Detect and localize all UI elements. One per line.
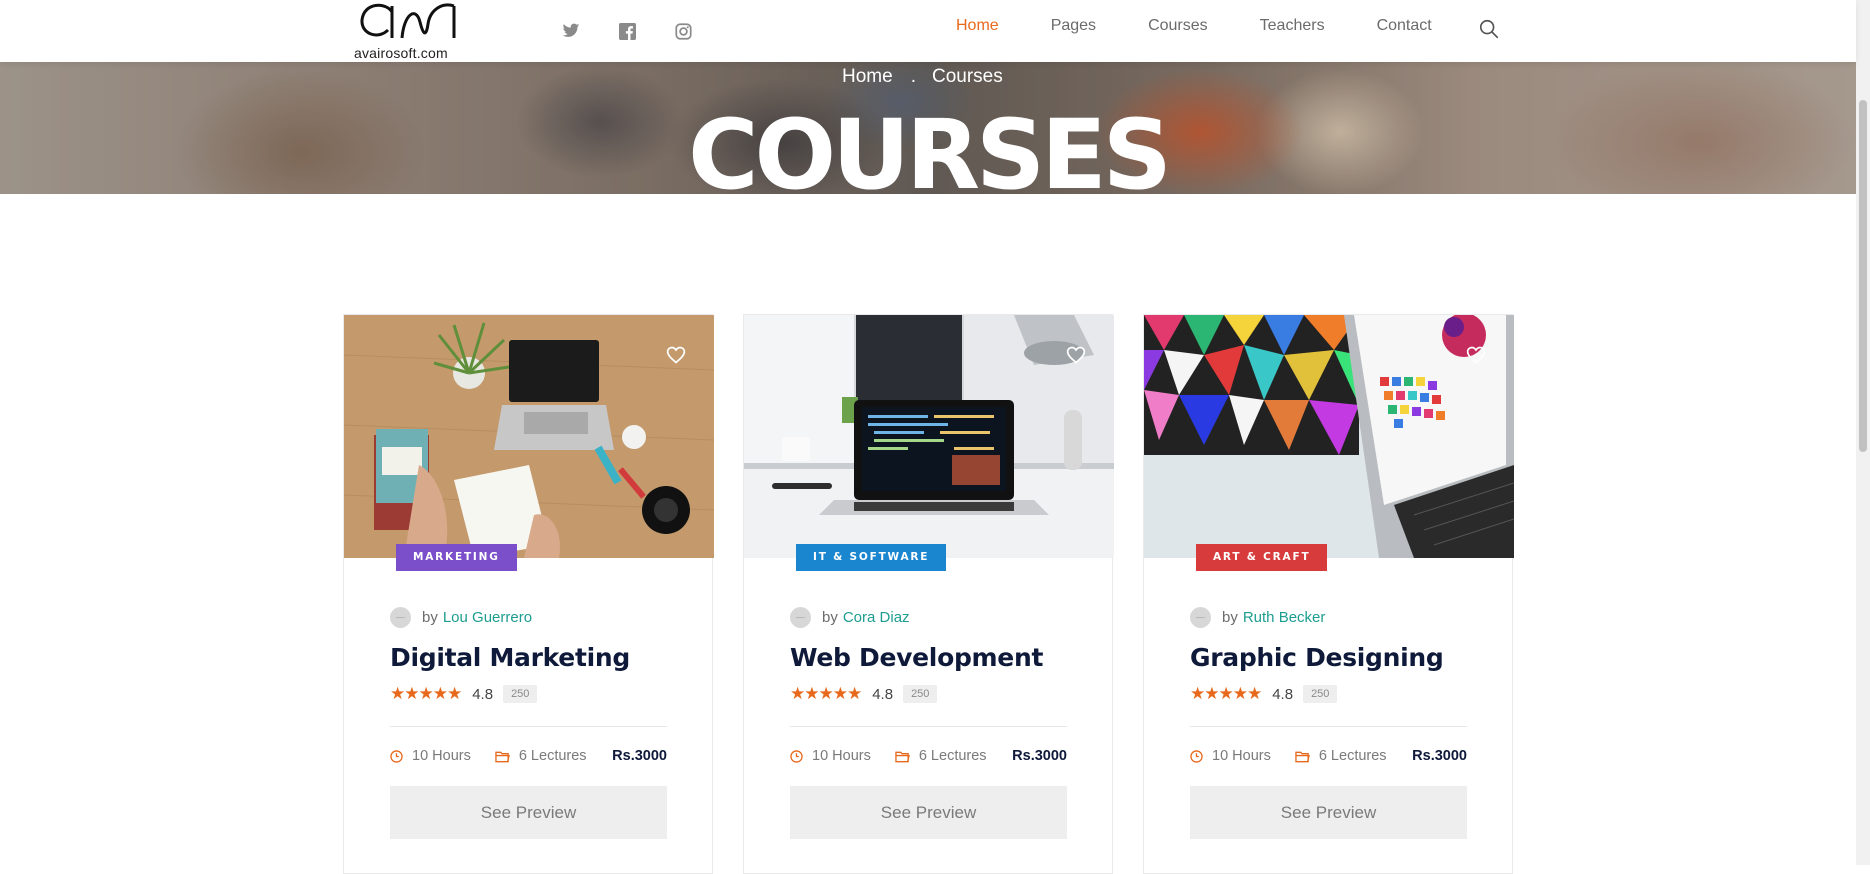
scrollbar-thumb[interactable]	[1859, 100, 1867, 452]
nav-item-pages[interactable]: Pages	[1051, 17, 1096, 35]
instagram-icon[interactable]	[670, 18, 696, 44]
social-links	[558, 18, 696, 44]
course-rating: ★★★★★ 4.8 250	[390, 683, 667, 705]
lectures-text: 6 Lectures	[918, 748, 987, 764]
duration: 10 Hours	[790, 748, 871, 764]
course-thumbnail[interactable]	[744, 315, 1114, 558]
divider	[390, 726, 667, 727]
star-icons: ★★★★★	[790, 684, 862, 703]
course-info: by Cora Diaz Web Development ★★★★★ 4.8 2…	[790, 606, 1067, 839]
clock-icon	[390, 749, 403, 763]
folder-icon	[1295, 750, 1310, 763]
marketing-desk-image	[344, 315, 714, 558]
review-count: 250	[503, 685, 538, 703]
breadcrumb: Home . Courses	[842, 62, 1003, 92]
page-title: COURSES	[688, 99, 1172, 211]
rating-value: 4.8	[472, 685, 494, 703]
course-info: by Lou Guerrero Digital Marketing ★★★★★ …	[390, 606, 667, 839]
hours-text: 10 Hours	[1212, 748, 1271, 764]
avatar	[390, 606, 411, 628]
course-thumbnail[interactable]	[344, 315, 714, 558]
logo-mark	[360, 3, 456, 39]
twitter-icon[interactable]	[558, 18, 584, 44]
author-prefix: by	[822, 608, 838, 626]
hours-text: 10 Hours	[812, 748, 871, 764]
nav-item-teachers[interactable]: Teachers	[1260, 17, 1325, 35]
course-card[interactable]: MARKETING by Lou Guerrero Digital Market…	[343, 314, 714, 874]
course-author: by Cora Diaz	[790, 606, 1067, 628]
clock-icon	[1190, 749, 1203, 763]
course-title[interactable]: Digital Marketing	[390, 643, 667, 673]
course-meta: 10 Hours 6 Lectures Rs.3000	[390, 746, 667, 766]
course-rating: ★★★★★ 4.8 250	[790, 683, 1067, 705]
course-rating: ★★★★★ 4.8 250	[1190, 683, 1467, 705]
clock-icon	[790, 749, 803, 763]
lectures: 6 Lectures	[1295, 748, 1387, 764]
nav-item-courses[interactable]: Courses	[1148, 17, 1208, 35]
rating-value: 4.8	[872, 685, 894, 703]
lectures-text: 6 Lectures	[518, 748, 587, 764]
course-thumbnail[interactable]	[1144, 315, 1514, 558]
author-link[interactable]: Cora Diaz	[843, 609, 910, 626]
divider	[1190, 726, 1467, 727]
logo-text: avairosoft.com	[354, 45, 448, 61]
course-price: Rs.3000	[612, 748, 667, 764]
breadcrumb-home[interactable]: Home	[842, 66, 893, 88]
folder-icon	[495, 750, 510, 763]
see-preview-button[interactable]: See Preview	[1190, 786, 1467, 839]
review-count: 250	[903, 685, 938, 703]
graphic-design-image	[1144, 315, 1514, 558]
main-nav: Home Pages Courses Teachers Contact	[956, 17, 1484, 35]
see-preview-button[interactable]: See Preview	[790, 786, 1067, 839]
heart-icon[interactable]	[1066, 345, 1086, 365]
hours-text: 10 Hours	[412, 748, 471, 764]
see-preview-button[interactable]: See Preview	[390, 786, 667, 839]
search-icon[interactable]	[1478, 18, 1502, 42]
divider	[790, 726, 1067, 727]
folder-icon	[895, 750, 910, 763]
author-link[interactable]: Lou Guerrero	[443, 609, 532, 626]
site-logo[interactable]: avairosoft.com	[352, 0, 464, 62]
course-title[interactable]: Web Development	[790, 643, 1067, 673]
nav-item-contact[interactable]: Contact	[1377, 17, 1432, 35]
author-link[interactable]: Ruth Becker	[1243, 609, 1326, 626]
duration: 10 Hours	[1190, 748, 1271, 764]
nav-item-home[interactable]: Home	[956, 17, 999, 35]
course-meta: 10 Hours 6 Lectures Rs.3000	[790, 746, 1067, 766]
course-card[interactable]: ART & CRAFT by Ruth Becker Graphic Desig…	[1143, 314, 1514, 874]
breadcrumb-current: Courses	[931, 66, 1003, 87]
avatar	[1190, 606, 1211, 628]
course-meta: 10 Hours 6 Lectures Rs.3000	[1190, 746, 1467, 766]
avatar	[790, 606, 811, 628]
duration: 10 Hours	[390, 748, 471, 764]
site-header: avairosoft.com Home Pages Courses Teache…	[0, 0, 1856, 62]
rating-value: 4.8	[1272, 685, 1294, 703]
course-card[interactable]: IT & SOFTWARE by Cora Diaz Web Developme…	[743, 314, 1114, 874]
author-prefix: by	[1222, 608, 1238, 626]
course-price: Rs.3000	[1412, 748, 1467, 764]
heart-icon[interactable]	[666, 345, 686, 365]
star-icons: ★★★★★	[390, 684, 462, 703]
heart-icon[interactable]	[1466, 345, 1486, 365]
category-badge[interactable]: IT & SOFTWARE	[796, 544, 947, 571]
star-icons: ★★★★★	[1190, 684, 1262, 703]
laptop-code-image	[744, 315, 1114, 558]
category-badge[interactable]: MARKETING	[396, 544, 517, 571]
author-prefix: by	[422, 608, 438, 626]
lectures-text: 6 Lectures	[1318, 748, 1387, 764]
course-author: by Lou Guerrero	[390, 606, 667, 628]
page-scrollbar[interactable]	[1856, 0, 1870, 865]
facebook-icon[interactable]	[614, 18, 640, 44]
course-author: by Ruth Becker	[1190, 606, 1467, 628]
review-count: 250	[1303, 685, 1338, 703]
category-badge[interactable]: ART & CRAFT	[1196, 544, 1328, 571]
lectures: 6 Lectures	[495, 748, 587, 764]
breadcrumb-separator: .	[910, 66, 916, 87]
course-price: Rs.3000	[1012, 748, 1067, 764]
course-info: by Ruth Becker Graphic Designing ★★★★★ 4…	[1190, 606, 1467, 839]
lectures: 6 Lectures	[895, 748, 987, 764]
course-title[interactable]: Graphic Designing	[1190, 643, 1467, 673]
